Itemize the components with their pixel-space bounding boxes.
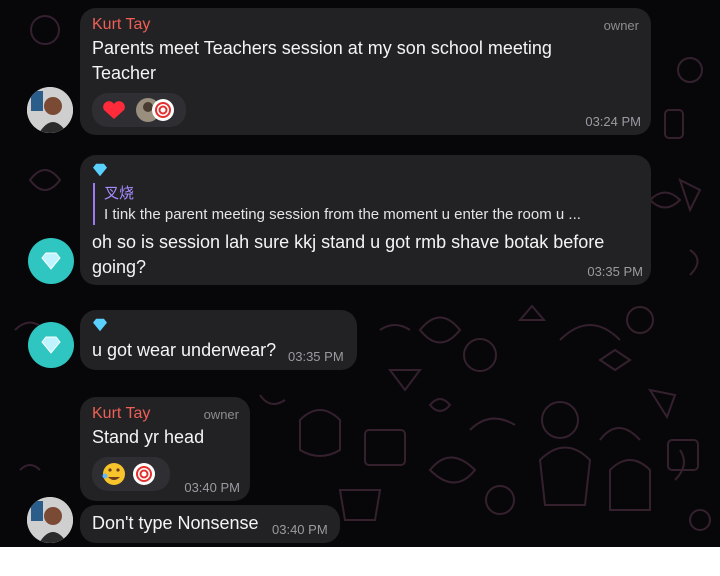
bottom-edge — [0, 547, 720, 576]
message-time: 03:35 PM — [587, 264, 643, 279]
message-bubble-3[interactable]: u got wear underwear? 03:35 PM — [80, 310, 357, 370]
reply-sender-name: 叉烧 — [104, 185, 135, 202]
message-time: 03:40 PM — [272, 522, 328, 537]
message-text-line: going? — [92, 257, 147, 277]
diamond-icon — [93, 163, 107, 177]
diamond-icon — [41, 336, 61, 354]
message-bubble-2[interactable]: 叉烧 I tink the parent meeting session fro… — [80, 155, 651, 285]
message-text-line: Don't type Nonsense — [92, 513, 259, 533]
message-text-line: Parents meet Teachers session at my son … — [92, 38, 552, 58]
reply-accent-bar — [93, 183, 95, 225]
message-text-line: Stand yr head — [92, 427, 205, 447]
message-bubble-1[interactable]: Kurt Tay owner Parents meet Teachers ses… — [80, 8, 651, 135]
diamond-icon — [41, 252, 61, 270]
reactions-bar[interactable] — [92, 457, 170, 491]
message-time: 03:40 PM — [184, 480, 240, 495]
sender-name[interactable]: Kurt Tay — [92, 405, 150, 423]
reactions-bar[interactable] — [92, 93, 186, 127]
message-time: 03:24 PM — [585, 114, 641, 129]
avatar-kurt-tay[interactable] — [27, 87, 73, 133]
sender-name[interactable]: Kurt Tay — [92, 16, 150, 34]
avatar-kurt-tay[interactable] — [27, 497, 73, 543]
message-text-line: Teacher — [92, 63, 157, 83]
user-photo-icon — [27, 87, 73, 133]
avatar-diamond-user[interactable] — [28, 322, 74, 368]
diamond-icon — [93, 318, 107, 332]
message-bubble-4[interactable]: Kurt Tay owner Stand yr head 03:40 PM — [80, 397, 250, 501]
swirl-icon — [133, 463, 155, 485]
heart-icon — [103, 101, 125, 119]
message-text-line: oh so is session lah sure kkj stand u go… — [92, 232, 605, 252]
message-time: 03:35 PM — [288, 349, 344, 364]
avatar-diamond-user[interactable] — [28, 238, 74, 284]
user-photo-icon — [27, 497, 73, 543]
message-text-line: u got wear underwear? — [92, 340, 277, 360]
reply-snippet: I tink the parent meeting session from t… — [104, 206, 581, 223]
owner-badge: owner — [203, 407, 239, 422]
owner-badge: owner — [603, 18, 639, 33]
rolling-laugh-emoji-icon — [102, 463, 125, 485]
message-bubble-5[interactable]: Don't type Nonsense 03:40 PM — [80, 505, 340, 543]
